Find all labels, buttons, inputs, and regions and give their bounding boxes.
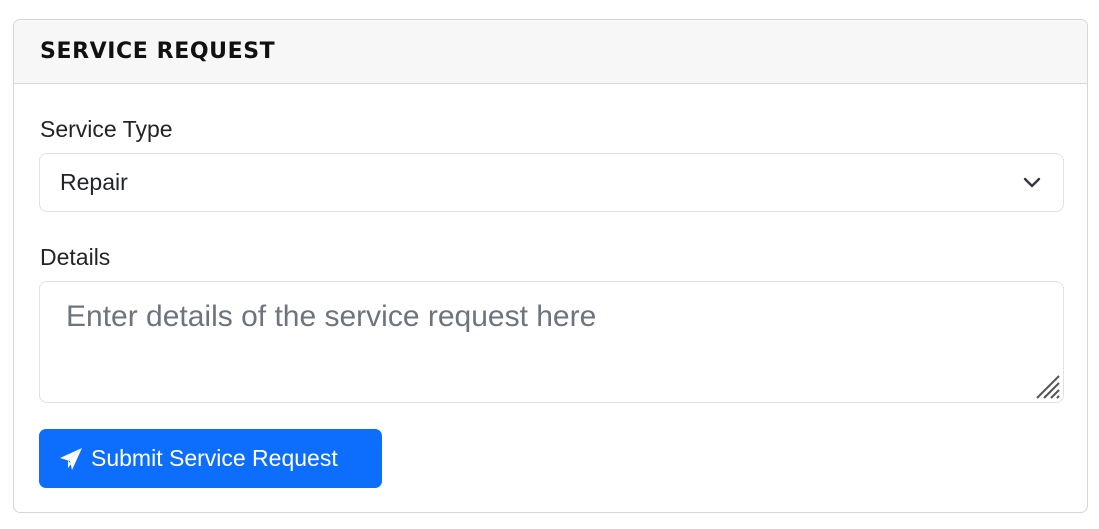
submit-button-label: Submit Service Request bbox=[91, 445, 338, 471]
paper-plane-icon bbox=[58, 446, 84, 472]
card-title: SERVICE REQUEST bbox=[40, 39, 276, 64]
details-textarea[interactable]: Enter details of the service request her… bbox=[39, 281, 1064, 403]
service-type-label: Service Type bbox=[40, 116, 173, 142]
submit-service-request-button[interactable]: Submit Service Request bbox=[39, 429, 382, 488]
service-type-select[interactable]: Repair bbox=[39, 153, 1064, 212]
card-header: SERVICE REQUEST bbox=[14, 20, 1087, 84]
details-label: Details bbox=[40, 244, 111, 270]
details-placeholder: Enter details of the service request her… bbox=[66, 300, 597, 333]
chevron-down-icon bbox=[1023, 177, 1041, 187]
resize-handle-icon[interactable] bbox=[1033, 372, 1061, 400]
service-type-selected-value: Repair bbox=[60, 169, 128, 195]
service-request-card: SERVICE REQUEST Service Type Repair Deta… bbox=[13, 19, 1088, 513]
